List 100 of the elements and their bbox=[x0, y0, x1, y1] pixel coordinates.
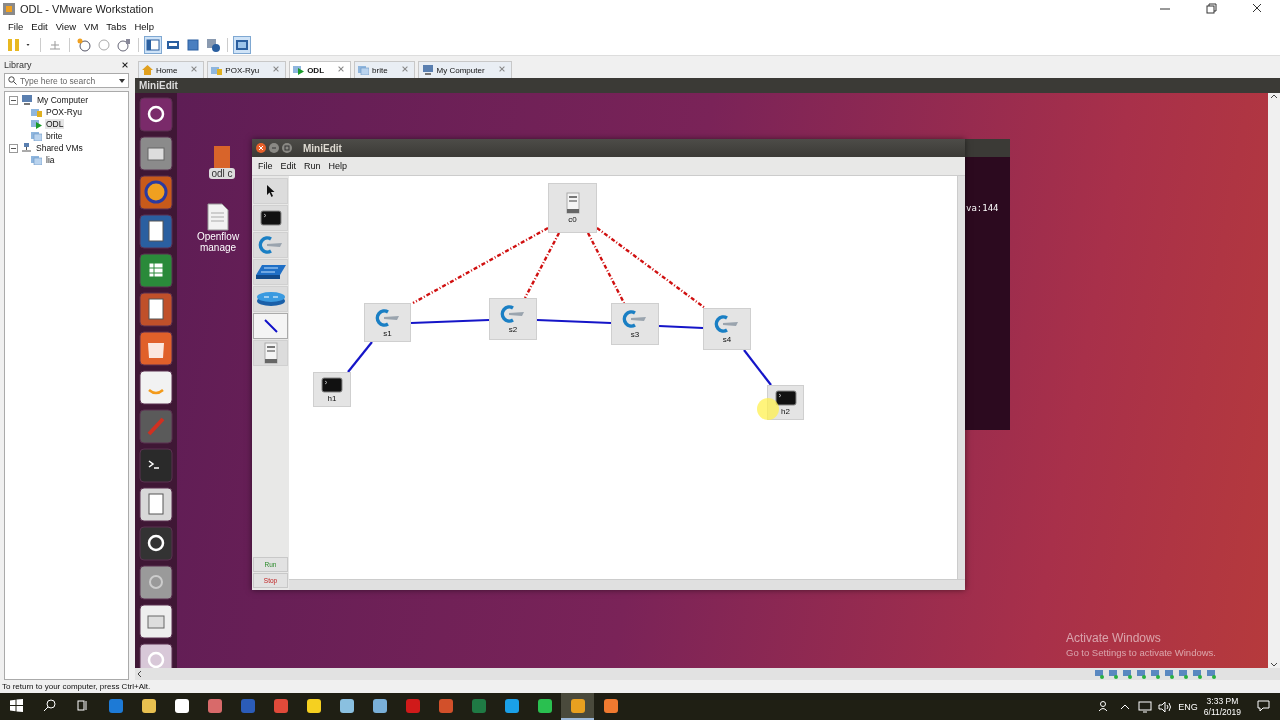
scrollbar[interactable] bbox=[289, 579, 965, 590]
switch-node[interactable]: s1 bbox=[364, 303, 411, 342]
archive-icon bbox=[214, 146, 230, 168]
file-label: Openflow manage bbox=[195, 231, 241, 253]
tab[interactable]: POX-Ryu bbox=[207, 61, 287, 78]
collapse-icon[interactable] bbox=[9, 95, 18, 105]
menu-item[interactable]: Tabs bbox=[102, 21, 131, 32]
tool-button[interactable] bbox=[253, 178, 288, 204]
device-icon[interactable] bbox=[1206, 669, 1216, 679]
switch-node[interactable]: s3 bbox=[611, 303, 659, 345]
terminal-text: va:144 bbox=[966, 203, 999, 213]
menu-item[interactable]: File bbox=[254, 161, 277, 171]
vm-running-icon bbox=[31, 119, 42, 129]
switch-node[interactable]: s4 bbox=[703, 308, 751, 350]
computer-icon bbox=[21, 95, 33, 105]
clock[interactable]: 3:33 PM 6/11/2019 bbox=[1203, 695, 1241, 718]
tool-button[interactable] bbox=[253, 313, 288, 339]
menu-item[interactable]: VM bbox=[80, 21, 103, 32]
scrollbar[interactable] bbox=[957, 176, 965, 579]
search-icon bbox=[8, 76, 17, 85]
menu-item[interactable]: File bbox=[4, 21, 28, 32]
device-icon[interactable] bbox=[1094, 669, 1104, 679]
scroll-up-icon[interactable] bbox=[1270, 93, 1278, 99]
tab[interactable]: My Computer bbox=[417, 61, 512, 78]
menu-item[interactable]: View bbox=[51, 21, 81, 32]
caret-icon[interactable] bbox=[119, 78, 125, 83]
node-label: s4 bbox=[722, 335, 732, 344]
tab[interactable]: brite bbox=[354, 61, 415, 78]
control-link[interactable] bbox=[596, 227, 706, 309]
menu-item[interactable]: Edit bbox=[276, 161, 301, 171]
device-icon[interactable] bbox=[1164, 669, 1174, 679]
device-icon[interactable] bbox=[1108, 669, 1118, 679]
tab[interactable]: Home bbox=[138, 61, 205, 78]
file-cabinet-icon[interactable] bbox=[139, 136, 173, 171]
tree-item[interactable]: brite bbox=[45, 131, 64, 141]
computer-icon bbox=[421, 65, 434, 75]
swirl-icon bbox=[714, 314, 740, 334]
tree-item[interactable]: POX-Ryu bbox=[45, 107, 83, 117]
collapse-icon[interactable] bbox=[9, 143, 18, 153]
chevron-up-icon[interactable] bbox=[1120, 702, 1131, 711]
swirl-icon bbox=[622, 309, 648, 329]
snapshot-icon[interactable] bbox=[76, 37, 92, 53]
swirl-icon bbox=[500, 304, 526, 324]
swirl-icon bbox=[257, 235, 284, 255]
fullscreen-icon[interactable] bbox=[185, 37, 201, 53]
device-icon[interactable] bbox=[1122, 669, 1132, 679]
shopping-bag-icon[interactable] bbox=[139, 331, 173, 366]
device-icon[interactable] bbox=[1178, 669, 1188, 679]
data-link[interactable] bbox=[410, 318, 490, 325]
tool-button[interactable] bbox=[253, 205, 288, 231]
switch-node[interactable]: s2 bbox=[489, 298, 537, 340]
vm-icon bbox=[358, 65, 370, 75]
data-link[interactable] bbox=[347, 341, 373, 373]
tree-item[interactable]: Shared VMs bbox=[35, 143, 84, 153]
close-icon[interactable] bbox=[121, 60, 129, 69]
file-label: odl c bbox=[209, 168, 235, 179]
tree-item[interactable]: lia bbox=[45, 155, 56, 165]
control-link[interactable] bbox=[586, 232, 626, 304]
tool-button[interactable] bbox=[253, 259, 288, 285]
terminal-icon[interactable] bbox=[139, 448, 173, 483]
sidebar-view-icon[interactable] bbox=[145, 37, 161, 53]
server-icon bbox=[263, 342, 278, 364]
monitor-icon bbox=[321, 376, 343, 393]
window-title: MiniEdit bbox=[303, 142, 342, 154]
language-indicator[interactable]: ENG bbox=[1178, 701, 1198, 712]
host-node[interactable]: h1 bbox=[313, 372, 351, 407]
swirl-icon bbox=[374, 307, 401, 328]
browser-icon[interactable] bbox=[139, 175, 173, 210]
server-icon bbox=[565, 192, 580, 214]
vm-icon bbox=[31, 155, 42, 165]
node-label: s2 bbox=[508, 325, 518, 334]
data-link[interactable] bbox=[536, 318, 612, 325]
stretch-view-icon[interactable] bbox=[234, 37, 250, 53]
ubuntu-logo-icon[interactable] bbox=[139, 97, 173, 132]
spreadsheet-icon[interactable] bbox=[139, 253, 173, 288]
search-field[interactable]: Type here to search bbox=[4, 73, 129, 88]
close-icon[interactable] bbox=[256, 143, 266, 153]
maximize-icon[interactable] bbox=[282, 143, 292, 153]
document-icon[interactable] bbox=[139, 214, 173, 249]
scrollbar[interactable] bbox=[1268, 93, 1280, 668]
document-icon bbox=[207, 203, 229, 231]
tree-item[interactable]: ODL bbox=[45, 119, 65, 129]
switch-icon bbox=[255, 265, 286, 279]
device-icon[interactable] bbox=[1150, 669, 1160, 679]
device-icon[interactable] bbox=[1192, 669, 1202, 679]
data-link[interactable] bbox=[658, 324, 704, 330]
tree-item[interactable]: My Computer bbox=[36, 95, 89, 105]
speaker-icon[interactable] bbox=[1158, 700, 1173, 713]
data-link[interactable] bbox=[743, 349, 772, 386]
control-link[interactable] bbox=[523, 232, 561, 299]
control-link[interactable] bbox=[412, 226, 549, 305]
menu-item[interactable]: Run bbox=[300, 161, 325, 171]
scroll-down-icon[interactable] bbox=[1270, 662, 1278, 668]
menu-item[interactable]: Help bbox=[324, 161, 352, 171]
controller-node[interactable]: c0 bbox=[548, 183, 597, 233]
menu-item[interactable]: Edit bbox=[27, 21, 52, 32]
panel-title: Library bbox=[4, 59, 32, 70]
tab[interactable]: ODL bbox=[289, 61, 352, 78]
device-icon[interactable] bbox=[1136, 669, 1146, 679]
menu-item[interactable]: Help bbox=[130, 21, 158, 32]
